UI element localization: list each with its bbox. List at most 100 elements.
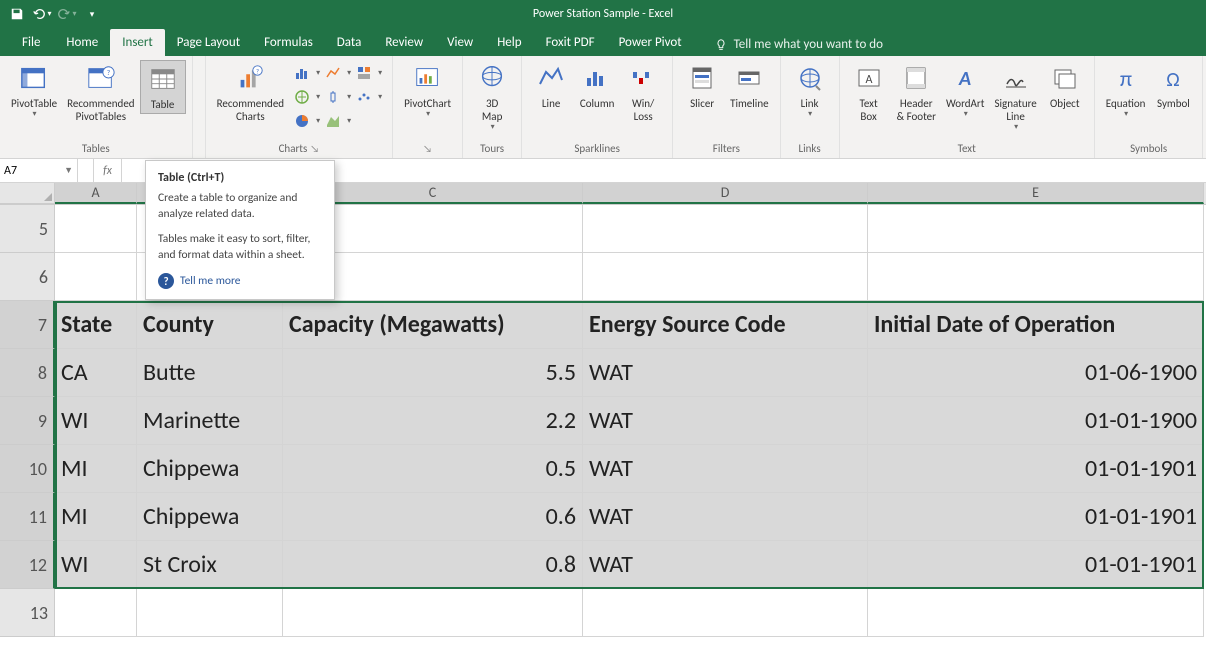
hierarchy-chart-button[interactable]: ▾ <box>355 62 382 84</box>
cell-D5[interactable] <box>583 205 868 253</box>
cell-C13[interactable] <box>283 589 583 637</box>
cell-E5[interactable] <box>868 205 1204 253</box>
cell-B7[interactable]: County <box>137 301 283 349</box>
column-header-E[interactable]: E <box>868 183 1204 204</box>
tab-formulas[interactable]: Formulas <box>252 29 325 56</box>
select-all-corner[interactable] <box>0 183 55 204</box>
text-box-button[interactable]: AText Box <box>846 60 892 125</box>
surface-chart-button[interactable]: ▾ <box>324 110 351 132</box>
save-button[interactable] <box>6 3 28 25</box>
stat-chart-button[interactable]: ▾ <box>324 86 351 108</box>
cell-A13[interactable] <box>55 589 137 637</box>
cell-D9[interactable]: WAT <box>583 397 868 445</box>
cell-E7[interactable]: Initial Date of Operation <box>868 301 1204 349</box>
qat-customize[interactable]: ▾ <box>81 3 103 25</box>
cell-A5[interactable] <box>55 205 137 253</box>
cell-E12[interactable]: 01-01-1901 <box>868 541 1204 589</box>
cell-E9[interactable]: 01-01-1900 <box>868 397 1204 445</box>
cell-B9[interactable]: Marinette <box>137 397 283 445</box>
cell-A9[interactable]: WI <box>55 397 137 445</box>
tab-review[interactable]: Review <box>373 29 435 56</box>
3d-map-button[interactable]: 3D Map▾ <box>469 60 515 135</box>
tab-view[interactable]: View <box>435 29 485 56</box>
tab-page-layout[interactable]: Page Layout <box>165 29 252 56</box>
table-button[interactable]: Table <box>140 60 186 114</box>
row-header-13[interactable]: 13 <box>0 589 55 637</box>
timeline-button[interactable]: Timeline <box>725 60 773 112</box>
cell-B11[interactable]: Chippewa <box>137 493 283 541</box>
row-header-6[interactable]: 6 <box>0 253 55 301</box>
sparkline-winloss-button[interactable]: Win/ Loss <box>620 60 666 125</box>
tab-file[interactable]: File <box>8 29 54 56</box>
row-header-8[interactable]: 8 <box>0 349 55 397</box>
tab-power-pivot[interactable]: Power Pivot <box>607 29 694 56</box>
recommended-charts-button[interactable]: ? Recommended Charts <box>212 60 289 125</box>
row-header-12[interactable]: 12 <box>0 541 55 589</box>
cell-E10[interactable]: 01-01-1901 <box>868 445 1204 493</box>
map-chart-button[interactable]: ▾ <box>293 86 320 108</box>
cell-E8[interactable]: 01-06-1900 <box>868 349 1204 397</box>
slicer-button[interactable]: Slicer <box>679 60 725 112</box>
redo-button[interactable]: ▾ <box>56 3 78 25</box>
symbol-button[interactable]: ΩSymbol <box>1150 60 1196 112</box>
cell-B12[interactable]: St Croix <box>137 541 283 589</box>
tab-home[interactable]: Home <box>54 29 110 56</box>
sparkline-line-button[interactable]: Line <box>528 60 574 112</box>
sparkline-column-button[interactable]: Column <box>574 60 620 112</box>
cell-C11[interactable]: 0.6 <box>283 493 583 541</box>
cell-E6[interactable] <box>868 253 1204 301</box>
pivottable-button[interactable]: PivotTable▾ <box>6 60 62 122</box>
charts-dialog-launcher[interactable]: ↘ <box>310 142 319 155</box>
pivotchart-button[interactable]: PivotChart▾ <box>399 60 456 122</box>
pie-chart-button[interactable]: ▾ <box>293 110 320 132</box>
cell-C9[interactable]: 2.2 <box>283 397 583 445</box>
cell-D12[interactable]: WAT <box>583 541 868 589</box>
name-box[interactable]: A7▼ <box>0 159 78 182</box>
header-footer-button[interactable]: Header & Footer <box>892 60 941 125</box>
cell-B13[interactable] <box>137 589 283 637</box>
row-header-11[interactable]: 11 <box>0 493 55 541</box>
tab-foxit-pdf[interactable]: Foxit PDF <box>534 29 607 56</box>
cell-D8[interactable]: WAT <box>583 349 868 397</box>
tell-me-more-link[interactable]: ?Tell me more <box>158 273 322 289</box>
line-chart-button[interactable]: ▾ <box>324 62 351 84</box>
cell-A6[interactable] <box>55 253 137 301</box>
row-header-9[interactable]: 9 <box>0 397 55 445</box>
column-chart-button[interactable]: ▾ <box>293 62 320 84</box>
cell-E13[interactable] <box>868 589 1204 637</box>
cell-D13[interactable] <box>583 589 868 637</box>
cell-A11[interactable]: MI <box>55 493 137 541</box>
undo-button[interactable]: ▾ <box>31 3 53 25</box>
cell-D7[interactable]: Energy Source Code <box>583 301 868 349</box>
cell-C12[interactable]: 0.8 <box>283 541 583 589</box>
pivotchart-dialog-launcher[interactable]: ↘ <box>423 142 432 155</box>
cell-C7[interactable]: Capacity (Megawatts) <box>283 301 583 349</box>
column-header-A[interactable]: A <box>55 183 137 204</box>
object-button[interactable]: Object <box>1042 60 1088 112</box>
recommended-pivottables-button[interactable]: ? Recommended PivotTables <box>62 60 139 125</box>
link-button[interactable]: Link▾ <box>787 60 833 122</box>
cell-B8[interactable]: Butte <box>137 349 283 397</box>
cell-E11[interactable]: 01-01-1901 <box>868 493 1204 541</box>
fx-button[interactable]: fx <box>94 159 122 182</box>
cell-B10[interactable]: Chippewa <box>137 445 283 493</box>
cell-C8[interactable]: 5.5 <box>283 349 583 397</box>
equation-button[interactable]: πEquation▾ <box>1101 60 1151 122</box>
column-header-D[interactable]: D <box>583 183 868 204</box>
cell-D11[interactable]: WAT <box>583 493 868 541</box>
cell-A10[interactable]: MI <box>55 445 137 493</box>
cell-A12[interactable]: WI <box>55 541 137 589</box>
cell-D10[interactable]: WAT <box>583 445 868 493</box>
tab-insert[interactable]: Insert <box>110 29 165 56</box>
row-header-10[interactable]: 10 <box>0 445 55 493</box>
scatter-chart-button[interactable]: ▾ <box>355 86 382 108</box>
cell-D6[interactable] <box>583 253 868 301</box>
cell-C10[interactable]: 0.5 <box>283 445 583 493</box>
cell-A8[interactable]: CA <box>55 349 137 397</box>
tab-data[interactable]: Data <box>325 29 374 56</box>
signature-line-button[interactable]: Signature Line▾ <box>989 60 1041 135</box>
row-header-7[interactable]: 7 <box>0 301 55 349</box>
tell-me-search[interactable]: Tell me what you want to do <box>714 37 883 56</box>
cell-A7[interactable]: State <box>55 301 137 349</box>
wordart-button[interactable]: AWordArt▾ <box>941 60 989 122</box>
